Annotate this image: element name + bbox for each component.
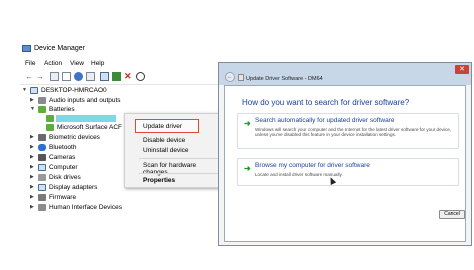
expand-arrow-icon[interactable]: ▶ (30, 203, 34, 212)
device-manager-title: Device Manager (34, 45, 85, 52)
computer-icon (30, 87, 38, 94)
close-button[interactable]: ✕ (455, 65, 469, 74)
disk-icon (38, 174, 46, 181)
expand-arrow-icon[interactable]: ▶ (30, 143, 34, 152)
dialog-question: How do you want to search for driver sof… (242, 98, 410, 107)
expand-arrow-icon[interactable]: ▶ (30, 183, 34, 192)
chip-icon (38, 194, 46, 201)
option-search-automatically[interactable]: ➜ Search automatically for updated drive… (237, 113, 459, 149)
dialog-title: Update Driver Software - DM64 (246, 76, 323, 82)
update-driver-icon[interactable] (86, 72, 95, 81)
green-arrow-icon: ➜ (244, 119, 251, 128)
monitor-icon (38, 184, 46, 191)
collapse-arrow-icon[interactable]: ▼ (22, 86, 27, 95)
selected-item-highlight (56, 115, 116, 122)
device-manager-titlebar: Device Manager (20, 40, 320, 58)
dialog-content: How do you want to search for driver sof… (224, 85, 466, 242)
menu-item-disable-device[interactable]: Disable device (143, 137, 185, 144)
menu-action[interactable]: Action (44, 60, 62, 67)
green-arrow-icon: ➜ (244, 164, 251, 173)
back-arrow-icon[interactable]: ← (25, 72, 34, 81)
expand-arrow-icon[interactable]: ▶ (30, 193, 34, 202)
download-icon[interactable] (136, 72, 145, 81)
monitor-icon[interactable] (100, 72, 109, 81)
enable-device-icon[interactable] (112, 72, 121, 81)
menu-separator (139, 158, 219, 159)
expand-arrow-icon[interactable]: ▶ (30, 96, 34, 105)
expand-arrow-icon[interactable]: ▶ (30, 173, 34, 182)
forward-arrow-icon[interactable]: → (36, 72, 45, 81)
menu-item-uninstall-device[interactable]: Uninstall device (143, 147, 189, 154)
expand-arrow-icon[interactable]: ▶ (30, 133, 34, 142)
device-manager-app-icon (22, 45, 31, 52)
properties-icon[interactable] (62, 72, 71, 81)
camera-icon (38, 154, 46, 161)
help-icon[interactable] (74, 72, 83, 81)
menu-separator (139, 173, 219, 174)
keyboard-icon (38, 204, 46, 211)
collapse-arrow-icon[interactable]: ▼ (30, 105, 35, 114)
tree-view-icon[interactable] (50, 72, 59, 81)
speaker-icon (38, 97, 46, 104)
uninstall-x-icon[interactable]: ✕ (124, 72, 133, 81)
battery-icon (46, 115, 54, 122)
context-menu: Update driver Disable device Uninstall d… (124, 113, 222, 188)
battery-icon (38, 106, 46, 113)
computer-icon (38, 164, 46, 171)
fingerprint-icon (38, 134, 46, 141)
dialog-titlebar: ← Update Driver Software - DM64 ✕ (219, 63, 471, 85)
menu-view[interactable]: View (70, 60, 84, 67)
expand-arrow-icon[interactable]: ▶ (30, 153, 34, 162)
expand-arrow-icon[interactable]: ▶ (30, 163, 34, 172)
back-button[interactable]: ← (225, 72, 235, 82)
bluetooth-icon (38, 144, 46, 151)
menu-item-properties[interactable]: Properties (143, 177, 175, 184)
cancel-button[interactable]: Cancel (439, 210, 465, 219)
driver-software-icon (238, 74, 244, 81)
menu-help[interactable]: Help (91, 60, 104, 67)
menu-item-update-driver[interactable]: Update driver (143, 123, 182, 130)
battery-icon (46, 124, 54, 131)
menu-file[interactable]: File (25, 60, 35, 67)
update-driver-dialog: ← Update Driver Software - DM64 ✕ How do… (218, 62, 472, 246)
option-browse-computer[interactable]: ➜ Browse my computer for driver software… (237, 158, 459, 186)
